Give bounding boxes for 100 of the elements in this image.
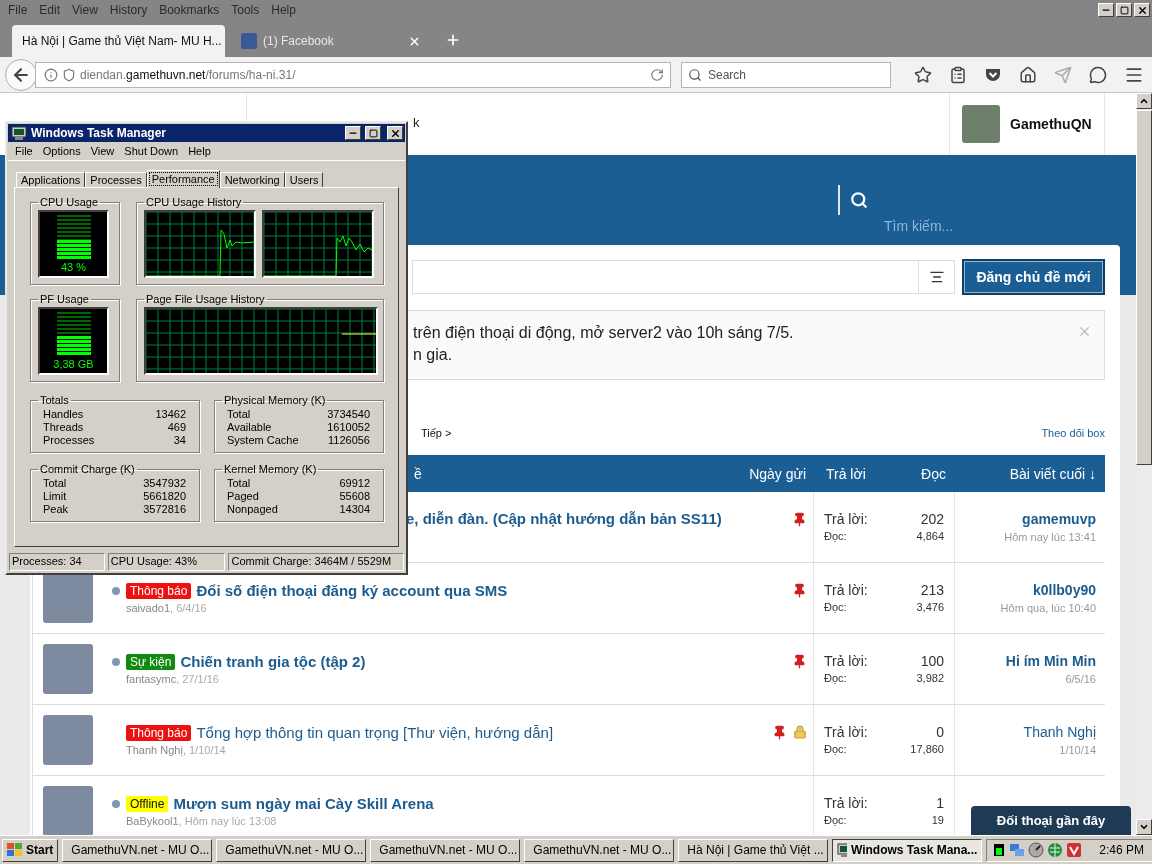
taskbar-button[interactable]: Windows Task Mana... [832,838,983,862]
last-poster[interactable]: Hi ím Min Min [1005,653,1096,669]
stat-value: 69912 [339,477,370,489]
bar-meter-icon[interactable] [992,843,1007,857]
column-header[interactable]: ề [414,465,422,482]
taskbar-button[interactable]: Hà Nội | Game thủ Việt ... [678,838,829,862]
status-field: CPU Usage: 43% [107,553,226,571]
meter-reading: 43 % [60,261,87,273]
lines-icon [928,269,945,285]
view-count: 3,476 [916,601,944,613]
info-icon [44,67,58,82]
column-header[interactable]: Đọc [921,465,946,482]
menu-item[interactable]: Help [265,3,302,17]
stat-label: Đọc: [824,743,848,755]
stat-value: 1126056 [327,434,370,446]
window-title: Windows Task Manager [31,126,168,140]
restore-button[interactable] [1116,3,1132,17]
tab[interactable]: Users [284,172,324,187]
last-poster[interactable]: k0llb0y90 [1032,582,1096,598]
avatar-placeholder [43,715,93,765]
shield-check-icon[interactable] [1066,842,1083,858]
menu-item[interactable]: Edit [33,3,67,17]
tab[interactable]: Applications [16,172,86,187]
menu-item[interactable]: Tools [225,3,266,17]
user-name[interactable]: GamethuQN [1010,116,1092,132]
taskbar-button[interactable]: GamethuVN.net - MU O... [216,838,367,862]
minimize-button[interactable] [345,126,361,140]
watch-link[interactable]: Theo dõi box [1041,427,1105,439]
last-post-date: 6/5/16 [1065,673,1096,685]
stat-label: Đọc: [824,601,848,613]
gauge-icon[interactable] [1028,842,1045,858]
group-title: CPU Usage [39,196,100,208]
thread-title[interactable]: Tổng hợp thông tin quan trọng [Thư viện, hướng dẫn] [196,724,554,741]
menu-item[interactable]: File [2,3,34,17]
stat-label: Đọc: [824,672,848,684]
tab[interactable]: Processes [85,172,147,187]
avatar-placeholder [43,573,93,623]
address-field[interactable]: diendan.gamethuvn.net/forums/ha-ni.31/ [35,61,671,88]
search-icon [688,67,702,82]
taskbar-button[interactable]: GamethuVN.net - MU O... [62,838,213,862]
stat-label: Đọc: [824,530,848,542]
last-poster[interactable]: gamemuvp [1022,511,1096,527]
home-icon[interactable] [1019,65,1037,84]
tab[interactable]: Performance [146,170,220,188]
browser-tab[interactable]: Hà Nội | Game thủ Việt Nam- MU H... [12,25,225,57]
search-field[interactable]: Tìm kiếm... [882,217,1032,235]
filter-field[interactable] [412,260,918,294]
menu-item[interactable]: Options [37,145,86,157]
new-thread-button[interactable]: Đăng chủ đề mới [962,259,1105,295]
start-button[interactable]: Start [2,838,59,862]
notice-text: trên điện thoại di động, mở server2 vào 10h sáng 7/5. [413,324,795,342]
menu-item[interactable]: Shut Down [119,145,184,157]
menu-item[interactable]: Bookmarks [153,3,226,17]
thread-meta: saivado1, 6/4/16 [126,602,208,614]
group-title: CPU Usage History [145,196,243,208]
new-tab-icon[interactable] [445,32,461,48]
column-header[interactable]: Ngày gửi [749,465,806,482]
column-header[interactable]: Trả lời [826,465,866,482]
group-title: Page File Usage History [145,293,266,305]
clipboard-icon[interactable] [949,65,967,84]
search-field[interactable]: Search [706,66,876,83]
menu-item[interactable]: View [66,3,104,17]
stat-label: Nonpaged [227,503,279,515]
minimize-button[interactable] [1098,3,1114,17]
chat-icon[interactable] [1089,65,1107,84]
tab[interactable]: Networking [219,172,285,187]
back-button[interactable] [5,58,37,91]
chat-bar[interactable]: Đối thoại gần đây [971,806,1131,835]
search-box[interactable]: Search [681,61,891,88]
menu-item[interactable]: View [85,145,120,157]
stat-value: 3572816 [143,503,186,515]
column-header[interactable]: Bài viết cuối ↓ [1009,465,1096,482]
thread-tag: Offline [126,795,169,812]
windows-flag-icon [7,843,23,857]
stat-label: Trả lời: [824,795,869,811]
stat-value: 13462 [155,408,186,420]
monitor-icon [11,125,27,141]
thread-meta: BaBykool1, Hôm nay lúc 13:08 [126,815,278,827]
last-poster[interactable]: Thanh Nghị [1023,724,1096,740]
thread-title[interactable]: Chiến tranh gia tộc (tập 2) [180,653,366,670]
close-button[interactable] [1134,3,1150,17]
stat-value: 5661820 [143,490,186,502]
maximize-button[interactable] [365,126,381,140]
thread-title[interactable]: Đổi số điện thoại đăng ký account qua SMS [196,582,508,599]
reload-icon[interactable] [650,67,664,82]
stat-label: Threads [43,421,85,433]
taskbar-button[interactable]: GamethuVN.net - MU O... [370,838,521,862]
thread-title[interactable]: Mượn sum ngày mai Cày Skill Arena [173,795,434,812]
menu-item[interactable]: History [103,3,154,17]
scrollbar[interactable] [1136,93,1152,835]
group-title: Totals [39,394,70,406]
menu-item[interactable]: Help [183,145,216,157]
star-icon[interactable] [914,65,932,84]
menu-item[interactable]: File [10,145,38,157]
next-page-link[interactable]: Tiếp > [421,427,452,439]
close-button[interactable] [387,126,403,140]
taskbar-button[interactable]: GamethuVN.net - MU O... [524,838,675,862]
close-icon [389,127,401,139]
stat-label: Limit [43,490,68,502]
sort-button[interactable] [918,260,955,294]
